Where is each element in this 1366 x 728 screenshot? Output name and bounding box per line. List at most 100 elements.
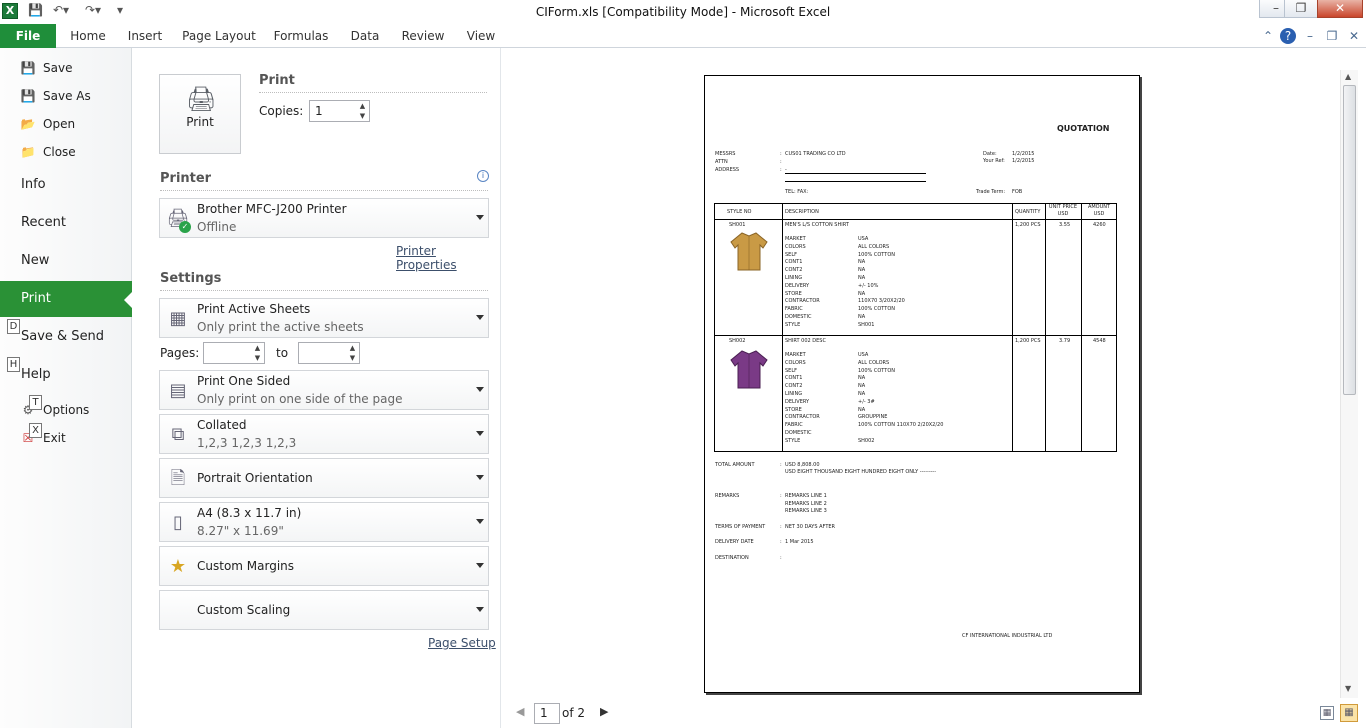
tab-home[interactable]: Home (66, 24, 110, 48)
next-page-icon[interactable]: ▶ (600, 705, 608, 718)
divider (160, 290, 488, 291)
doc-remark-line: REMARKS LINE 3 (785, 508, 827, 514)
preview-page: QUOTATION MESSRS : CUS01 TRADING CO LTD … (704, 75, 1140, 693)
tab-review[interactable]: Review (398, 24, 448, 48)
nav-print[interactable]: Print (0, 281, 132, 317)
doc-date-label: Date: (983, 151, 997, 157)
workbook-close-icon[interactable]: ✕ (1346, 28, 1362, 44)
collated-icon: ⧉ (171, 424, 185, 445)
nav-options[interactable]: ⚙ Options (0, 396, 132, 424)
workbook-restore-icon[interactable]: ❐ (1324, 28, 1340, 44)
pages-to-input[interactable]: ▲ ▼ (298, 342, 360, 364)
close-icon[interactable]: ✕ (1317, 0, 1363, 18)
doc-item-price: 3.79 (1059, 338, 1071, 344)
doc-spec-label: DOMESTIC (785, 430, 812, 436)
scroll-down-icon[interactable]: ▼ (1345, 684, 1351, 693)
orientation-dropdown[interactable]: 🗎 Portrait Orientation (159, 458, 489, 498)
scroll-thumb[interactable] (1343, 85, 1356, 395)
doc-header-price: UNIT PRICE USD (1048, 204, 1078, 217)
doc-spec-value: SH001 (858, 321, 875, 328)
tab-view[interactable]: View (462, 24, 500, 48)
doc-title: QUOTATION (1057, 124, 1110, 133)
doc-spec-value: NA (858, 275, 866, 281)
nav-recent[interactable]: Recent (0, 209, 132, 237)
nav-open[interactable]: 📂 Open (0, 110, 132, 138)
portrait-icon: 🗎 (170, 468, 186, 489)
tab-data[interactable]: Data (345, 24, 385, 48)
scroll-up-icon[interactable]: ▲ (1345, 72, 1351, 81)
doc-date-value: 1/2/2015 (1012, 151, 1035, 157)
collation-dropdown[interactable]: ⧉ Collated 1,2,3 1,2,3 1,2,3 (159, 414, 489, 454)
previous-page-icon[interactable]: ◀ (516, 705, 524, 718)
help-icon[interactable]: ? (1280, 28, 1296, 44)
print-button[interactable]: 🖨 Print (159, 74, 241, 154)
copies-spinner-icon[interactable]: ▲ ▼ (356, 101, 369, 121)
pages-label: Pages: (160, 346, 200, 360)
doc-spec-label: SELF (785, 251, 797, 258)
printer-icon: 🖨 (186, 85, 217, 113)
page-setup-link[interactable]: Page Setup (428, 636, 496, 650)
shirt-image (729, 348, 769, 390)
pages-from-spinner-icon[interactable]: ▲ ▼ (251, 343, 264, 363)
doc-spec-label: CONT2 (785, 267, 803, 274)
chevron-down-icon (476, 563, 484, 572)
doc-spec-label: LINING (785, 275, 803, 281)
nav-info[interactable]: Info (0, 171, 132, 199)
info-icon[interactable]: i (477, 170, 489, 182)
tab-page-layout[interactable]: Page Layout (180, 24, 258, 48)
printer-properties-link[interactable]: Printer Properties (396, 244, 500, 272)
doc-spec-label: CONT1 (785, 259, 803, 266)
restore-icon[interactable]: ❐ (1284, 0, 1318, 18)
printer-dropdown[interactable]: 🖨 ✓ Brother MFC-J200 Printer Offline (159, 198, 489, 238)
doc-remarks-label: REMARKS (715, 493, 740, 499)
doc-item-style: SH002 (729, 338, 746, 344)
doc-spec-value: 100% COTTON (858, 306, 896, 313)
pages-to-spinner-icon[interactable]: ▲ ▼ (346, 343, 359, 363)
save-icon: 💾 (20, 61, 36, 75)
doc-spec-label: SELF (785, 367, 797, 374)
doc-item-style: SH001 (729, 222, 746, 228)
nav-new[interactable]: New (0, 247, 132, 275)
paper-size-dropdown[interactable]: ▯ A4 (8.3 x 11.7 in) 8.27" x 11.69" (159, 502, 489, 542)
doc-spec-label: STORE (785, 290, 802, 297)
scaling-dropdown[interactable]: Custom Scaling (159, 590, 489, 630)
doc-yourref-value: 1/2/2015 (1012, 158, 1035, 164)
print-preview: QUOTATION MESSRS : CUS01 TRADING CO LTD … (502, 48, 1366, 728)
current-page-input[interactable]: 1 (534, 703, 560, 724)
nav-save-as[interactable]: 💾 Save As (0, 82, 132, 110)
doc-item-amount: 4548 (1093, 338, 1106, 344)
chevron-down-icon (476, 315, 484, 324)
print-what-dropdown[interactable]: ▦ Print Active Sheets Only print the act… (159, 298, 489, 338)
nav-exit[interactable]: ☒ Exit (0, 424, 132, 452)
doc-spec-value: 110X70 3/20X2/20 (858, 298, 905, 305)
save-as-icon: 💾 (20, 89, 36, 103)
close-folder-icon: 📁 (20, 145, 36, 159)
tab-formulas[interactable]: Formulas (271, 24, 331, 48)
doc-remark-line: REMARKS LINE 2 (785, 501, 827, 507)
chevron-down-icon (476, 215, 484, 224)
page-count: of 2 (562, 706, 586, 720)
settings-heading: Settings (160, 271, 222, 286)
doc-spec-value: NA (858, 375, 866, 382)
nav-save[interactable]: 💾 Save (0, 54, 132, 82)
tab-insert[interactable]: Insert (123, 24, 167, 48)
doc-spec-label: CONTRACTOR (785, 298, 820, 305)
preview-scrollbar[interactable]: ▲ ▼ (1340, 70, 1358, 698)
tab-file[interactable]: File (0, 24, 56, 48)
sides-dropdown[interactable]: ▤ Print One Sided Only print on one side… (159, 370, 489, 410)
show-margins-icon[interactable]: ▦ (1320, 706, 1334, 720)
workbook-minimize-icon[interactable]: – (1302, 28, 1318, 44)
doc-item-qty: 1,200 PCS (1015, 338, 1041, 344)
nav-close[interactable]: 📁 Close (0, 138, 132, 166)
chevron-down-icon (476, 387, 484, 396)
zoom-to-page-icon[interactable]: ▦ (1340, 704, 1358, 722)
pages-from-input[interactable]: ▲ ▼ (203, 342, 265, 364)
doc-spec-label: LINING (785, 391, 803, 397)
chevron-down-icon (476, 519, 484, 528)
minimize-ribbon-icon[interactable]: ⌃ (1260, 28, 1276, 44)
doc-attn-label: ATTN (715, 159, 728, 165)
doc-remark-line: REMARKS LINE 1 (785, 493, 827, 499)
margins-dropdown[interactable]: ★ Custom Margins (159, 546, 489, 586)
copies-input[interactable]: 1 ▲ ▼ (309, 100, 370, 122)
doc-messrs-value: CUS01 TRADING CO LTD (785, 151, 846, 157)
